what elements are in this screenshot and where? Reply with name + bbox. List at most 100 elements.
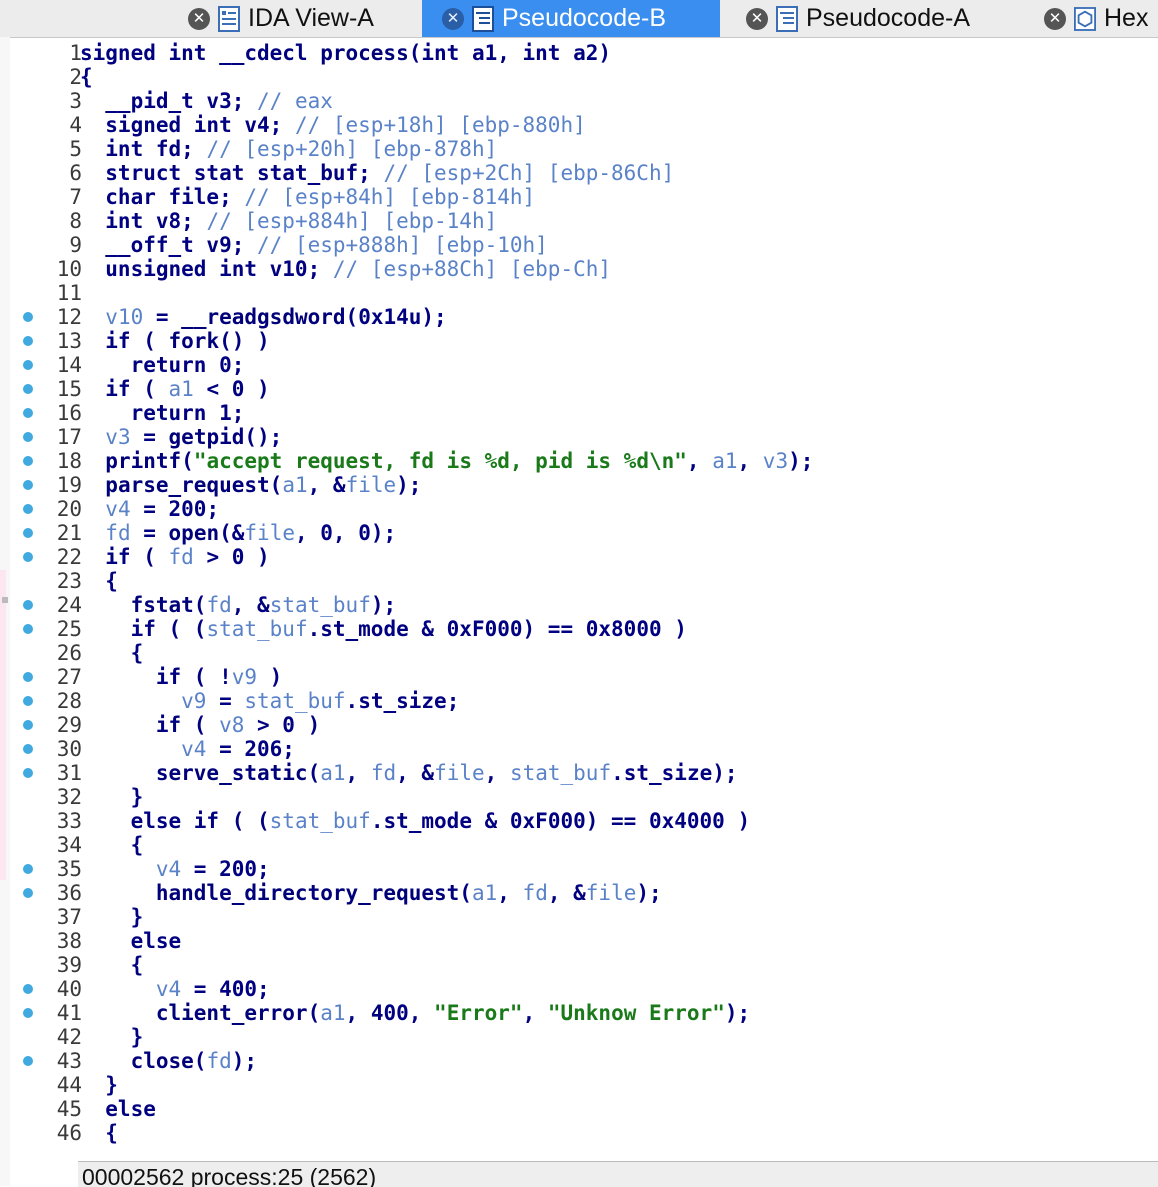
- breakpoint-dot-icon[interactable]: [23, 408, 33, 418]
- code-text: signed int v4; // [esp+18h] [ebp-880h]: [80, 113, 586, 137]
- breakpoint-dot-icon[interactable]: [23, 552, 33, 562]
- line-number: 12: [56, 305, 82, 329]
- code-line[interactable]: 33 else if ( (stat_buf.st_mode & 0xF000)…: [10, 809, 1158, 833]
- code-line[interactable]: 29 if ( v8 > 0 ): [10, 713, 1158, 737]
- pseudocode-view[interactable]: 1 signed int __cdecl process(int a1, int …: [10, 41, 1158, 1161]
- code-line[interactable]: 20 v4 = 200;: [10, 497, 1158, 521]
- code-line[interactable]: 4 signed int v4; // [esp+18h] [ebp-880h]: [10, 113, 1158, 137]
- line-number: 9: [69, 233, 82, 257]
- breakpoint-dot-icon[interactable]: [23, 504, 33, 514]
- code-line[interactable]: 30 v4 = 206;: [10, 737, 1158, 761]
- code-line[interactable]: 12 v10 = __readgsdword(0x14u);: [10, 305, 1158, 329]
- code-text: }: [80, 785, 144, 809]
- code-line[interactable]: 2{: [10, 65, 1158, 89]
- code-line[interactable]: 21 fd = open(&file, 0, 0);: [10, 521, 1158, 545]
- close-tab-icon[interactable]: ✕: [188, 7, 210, 30]
- breakpoint-dot-icon[interactable]: [23, 672, 33, 682]
- line-number: 25: [56, 617, 82, 641]
- splitter-handle[interactable]: [2, 597, 8, 603]
- breakpoint-dot-icon[interactable]: [23, 744, 33, 754]
- close-tab-icon[interactable]: ✕: [746, 7, 768, 30]
- breakpoint-dot-icon[interactable]: [23, 432, 33, 442]
- code-line[interactable]: 6 struct stat stat_buf; // [esp+2Ch] [eb…: [10, 161, 1158, 185]
- code-line[interactable]: 15 if ( a1 < 0 ): [10, 377, 1158, 401]
- code-line[interactable]: 35 v4 = 200;: [10, 857, 1158, 881]
- code-line[interactable]: 43 close(fd);: [10, 1049, 1158, 1073]
- code-line[interactable]: 19 parse_request(a1, &file);: [10, 473, 1158, 497]
- line-number: 41: [56, 1001, 82, 1025]
- breakpoint-dot-icon[interactable]: [23, 696, 33, 706]
- code-line[interactable]: 14 return 0;: [10, 353, 1158, 377]
- status-bar: 00002562 process:25 (2562): [78, 1161, 1158, 1187]
- tab-pseudocode-b[interactable]: ✕ Pseudocode-B: [422, 0, 720, 37]
- breakpoint-dot-icon[interactable]: [23, 456, 33, 466]
- breakpoint-dot-icon[interactable]: [23, 600, 33, 610]
- code-line[interactable]: 23 {: [10, 569, 1158, 593]
- code-line[interactable]: 25 if ( (stat_buf.st_mode & 0xF000) == 0…: [10, 617, 1158, 641]
- code-text: v10 = __readgsdword(0x14u);: [105, 305, 447, 329]
- code-line[interactable]: 8 int v8; // [esp+884h] [ebp-14h]: [10, 209, 1158, 233]
- code-line[interactable]: 10 unsigned int v10; // [esp+88Ch] [ebp-…: [10, 257, 1158, 281]
- line-number: 23: [56, 569, 82, 593]
- breakpoint-dot-icon[interactable]: [23, 360, 33, 370]
- code-line[interactable]: 17 v3 = getpid();: [10, 425, 1158, 449]
- code-text: {: [80, 641, 144, 665]
- breakpoint-dot-icon[interactable]: [23, 624, 33, 634]
- line-number: 13: [56, 329, 82, 353]
- code-line[interactable]: 3 __pid_t v3; // eax: [10, 89, 1158, 113]
- code-line[interactable]: 24 fstat(fd, &stat_buf);: [10, 593, 1158, 617]
- close-tab-icon[interactable]: ✕: [1044, 7, 1066, 30]
- code-line[interactable]: 7 char file; // [esp+84h] [ebp-814h]: [10, 185, 1158, 209]
- code-line[interactable]: 42 }: [10, 1025, 1158, 1049]
- code-line[interactable]: 40 v4 = 400;: [10, 977, 1158, 1001]
- line-number: 15: [56, 377, 82, 401]
- code-line[interactable]: 28 v9 = stat_buf.st_size;: [10, 689, 1158, 713]
- code-line[interactable]: 27 if ( !v9 ): [10, 665, 1158, 689]
- code-text: {: [80, 65, 93, 89]
- line-number: 1: [69, 41, 82, 65]
- code-text: int fd; // [esp+20h] [ebp-878h]: [80, 137, 498, 161]
- code-line[interactable]: 37 }: [10, 905, 1158, 929]
- code-line[interactable]: 46 {: [10, 1121, 1158, 1145]
- code-text: client_error(a1, 400, "Error", "Unknow E…: [155, 1001, 751, 1025]
- breakpoint-dot-icon[interactable]: [23, 864, 33, 874]
- code-line[interactable]: 9 __off_t v9; // [esp+888h] [ebp-10h]: [10, 233, 1158, 257]
- tab-ida-view-a[interactable]: ✕ IDA View-A: [168, 0, 420, 37]
- breakpoint-dot-icon[interactable]: [23, 384, 33, 394]
- code-line[interactable]: 36 handle_directory_request(a1, fd, &fil…: [10, 881, 1158, 905]
- code-line[interactable]: 1 signed int __cdecl process(int a1, int …: [10, 41, 1158, 65]
- breakpoint-dot-icon[interactable]: [23, 720, 33, 730]
- code-line[interactable]: 16 return 1;: [10, 401, 1158, 425]
- close-tab-icon[interactable]: ✕: [442, 7, 464, 30]
- line-number: 2: [69, 65, 82, 89]
- code-line[interactable]: 13 if ( fork() ): [10, 329, 1158, 353]
- line-number: 43: [56, 1049, 82, 1073]
- code-line[interactable]: 26 {: [10, 641, 1158, 665]
- tab-pseudocode-a[interactable]: ✕ Pseudocode-A: [726, 0, 1022, 37]
- code-line[interactable]: 11: [10, 281, 1158, 305]
- breakpoint-dot-icon[interactable]: [23, 480, 33, 490]
- breakpoint-dot-icon[interactable]: [23, 1056, 33, 1066]
- code-line[interactable]: 5 int fd; // [esp+20h] [ebp-878h]: [10, 137, 1158, 161]
- line-number: 38: [56, 929, 82, 953]
- code-line[interactable]: 44 }: [10, 1073, 1158, 1097]
- code-line[interactable]: 18 printf("accept request, fd is %d, pid…: [10, 449, 1158, 473]
- code-line[interactable]: 31 serve_static(a1, fd, &file, stat_buf.…: [10, 761, 1158, 785]
- code-line[interactable]: 39 {: [10, 953, 1158, 977]
- code-line[interactable]: 32 }: [10, 785, 1158, 809]
- line-number: 8: [69, 209, 82, 233]
- breakpoint-dot-icon[interactable]: [23, 336, 33, 346]
- breakpoint-dot-icon[interactable]: [23, 312, 33, 322]
- code-line[interactable]: 38 else: [10, 929, 1158, 953]
- code-line[interactable]: 34 {: [10, 833, 1158, 857]
- code-text: int v8; // [esp+884h] [ebp-14h]: [80, 209, 498, 233]
- breakpoint-dot-icon[interactable]: [23, 984, 33, 994]
- breakpoint-dot-icon[interactable]: [23, 768, 33, 778]
- code-line[interactable]: 22 if ( fd > 0 ): [10, 545, 1158, 569]
- code-line[interactable]: 45 else: [10, 1097, 1158, 1121]
- code-line[interactable]: 41 client_error(a1, 400, "Error", "Unkno…: [10, 1001, 1158, 1025]
- breakpoint-dot-icon[interactable]: [23, 888, 33, 898]
- tab-hex-view[interactable]: ✕ Hex: [1024, 0, 1158, 37]
- breakpoint-dot-icon[interactable]: [23, 1008, 33, 1018]
- breakpoint-dot-icon[interactable]: [23, 528, 33, 538]
